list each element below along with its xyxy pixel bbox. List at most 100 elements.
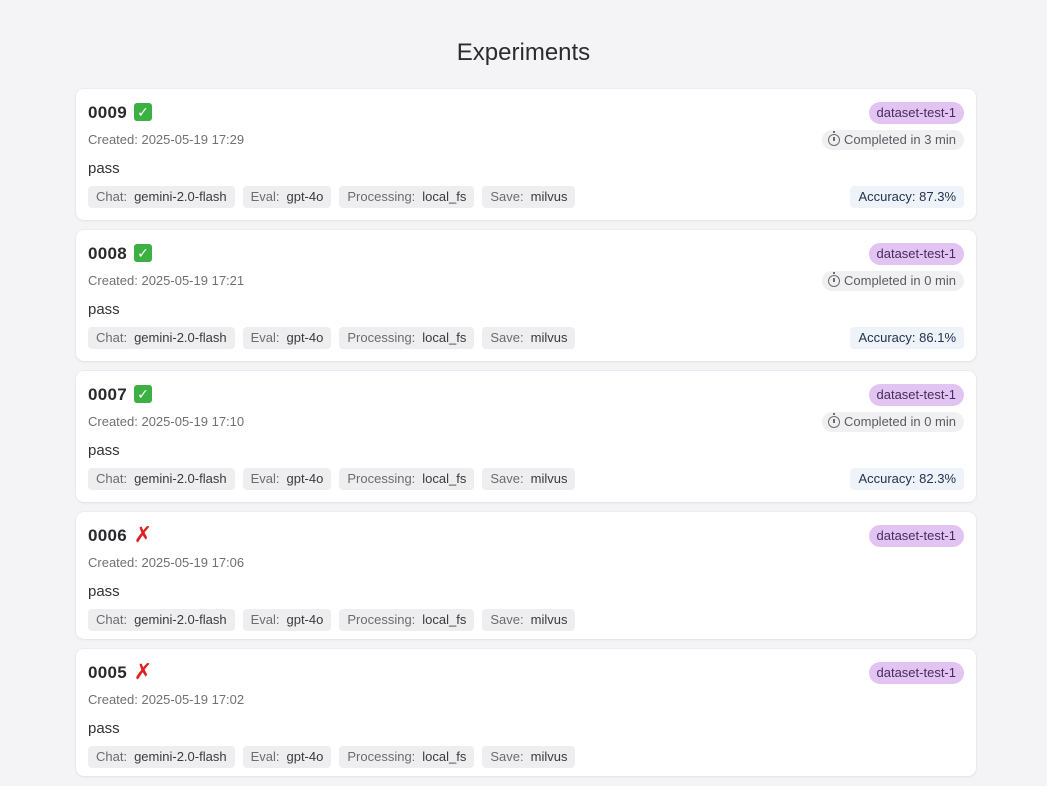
tag-value: gpt-4o (286, 330, 324, 345)
config-tags: Chat: gemini-2.0-flash Eval: gpt-4o Processi… (88, 186, 576, 208)
tag-key: Save: (490, 189, 524, 204)
created-timestamp: Created: 2025-05-19 17:21 (88, 273, 245, 288)
tag-processing: Processing: local_fs (339, 609, 475, 631)
tag-value: gemini-2.0-flash (134, 749, 227, 764)
tag-eval: Eval: gpt-4o (242, 327, 332, 349)
cross-icon: ✗ (133, 522, 153, 547)
experiment-card[interactable]: 0006 ✗ Created: 2025-05-19 17:06 pass Chat: g… (76, 512, 976, 639)
tag-key: Chat: (96, 330, 128, 345)
experiment-id: 0007 (88, 385, 128, 404)
tag-value: gemini-2.0-flash (134, 612, 227, 627)
experiment-id: 0009 (88, 103, 128, 122)
tag-key: Processing: (347, 749, 416, 764)
tag-key: Save: (490, 330, 524, 345)
tag-key: Eval: (250, 330, 280, 345)
duration-text: Completed in 3 min (844, 132, 956, 147)
dataset-badge[interactable]: dataset-test-1 (868, 384, 964, 406)
tag-key: Eval: (250, 189, 280, 204)
timer-icon (828, 272, 840, 287)
tag-value: gemini-2.0-flash (134, 189, 227, 204)
created-timestamp: Created: 2025-05-19 17:29 (88, 132, 245, 147)
tag-value: milvus (530, 749, 568, 764)
timer-icon (828, 131, 840, 146)
tag-value: local_fs (422, 749, 467, 764)
experiment-card[interactable]: 0009 ✓ Created: 2025-05-19 17:29 pass Chat: g… (76, 89, 976, 220)
tag-key: Eval: (250, 749, 280, 764)
check-icon: ✓ (134, 244, 152, 262)
tag-value: gpt-4o (286, 471, 324, 486)
tag-save: Save: milvus (482, 468, 576, 490)
tag-eval: Eval: gpt-4o (242, 609, 332, 631)
tag-value: local_fs (422, 330, 467, 345)
timer-icon (828, 413, 840, 428)
tag-key: Processing: (347, 189, 416, 204)
cross-icon: ✗ (133, 659, 153, 684)
experiment-result: pass (88, 442, 120, 459)
created-timestamp: Created: 2025-05-19 17:10 (88, 414, 245, 429)
config-tags: Chat: gemini-2.0-flash Eval: gpt-4o Processi… (88, 327, 576, 349)
tag-value: gpt-4o (286, 189, 324, 204)
dataset-badge[interactable]: dataset-test-1 (868, 525, 964, 547)
accuracy-badge: Accuracy: 82.3% (850, 468, 964, 490)
experiment-id: 0008 (88, 244, 128, 263)
tag-key: Chat: (96, 612, 128, 627)
dataset-badge[interactable]: dataset-test-1 (868, 243, 964, 265)
experiment-card[interactable]: 0005 ✗ Created: 2025-05-19 17:02 pass Chat: g… (76, 649, 976, 776)
experiment-result: pass (88, 720, 120, 737)
experiment-result: pass (88, 160, 120, 177)
tag-processing: Processing: local_fs (339, 186, 475, 208)
tag-eval: Eval: gpt-4o (242, 186, 332, 208)
tag-processing: Processing: local_fs (339, 468, 475, 490)
tag-chat: Chat: gemini-2.0-flash (88, 746, 235, 768)
dataset-badge[interactable]: dataset-test-1 (868, 102, 964, 124)
tag-value: local_fs (422, 612, 467, 627)
tag-value: local_fs (422, 189, 467, 204)
accuracy-badge: Accuracy: 87.3% (850, 186, 964, 208)
created-timestamp: Created: 2025-05-19 17:06 (88, 555, 245, 570)
tag-processing: Processing: local_fs (339, 327, 475, 349)
tag-chat: Chat: gemini-2.0-flash (88, 609, 235, 631)
experiment-result: pass (88, 583, 120, 600)
tag-key: Processing: (347, 330, 416, 345)
tag-key: Save: (490, 471, 524, 486)
duration-text: Completed in 0 min (844, 273, 956, 288)
experiment-id: 0006 (88, 526, 128, 545)
experiment-card[interactable]: 0008 ✓ Created: 2025-05-19 17:21 pass Chat: g… (76, 230, 976, 361)
experiment-id: 0005 (88, 663, 128, 682)
tag-value: milvus (530, 330, 568, 345)
duration-text: Completed in 0 min (844, 414, 956, 429)
page-title: Experiments (456, 39, 591, 66)
tag-chat: Chat: gemini-2.0-flash (88, 468, 235, 490)
duration-badge: Completed in 3 min (822, 130, 964, 150)
tag-eval: Eval: gpt-4o (242, 468, 332, 490)
check-icon: ✓ (134, 103, 152, 121)
tag-chat: Chat: gemini-2.0-flash (88, 186, 235, 208)
duration-badge: Completed in 0 min (822, 412, 964, 432)
experiment-result: pass (88, 301, 120, 318)
tag-key: Eval: (250, 471, 280, 486)
experiment-card[interactable]: 0007 ✓ Created: 2025-05-19 17:10 pass Chat: g… (76, 371, 976, 502)
tag-save: Save: milvus (482, 609, 576, 631)
tag-key: Processing: (347, 612, 416, 627)
tag-key: Eval: (250, 612, 280, 627)
tag-value: milvus (530, 471, 568, 486)
dataset-badge[interactable]: dataset-test-1 (868, 662, 964, 684)
tag-value: gemini-2.0-flash (134, 330, 227, 345)
duration-badge: Completed in 0 min (822, 271, 964, 291)
tag-key: Save: (490, 749, 524, 764)
tag-value: gpt-4o (286, 612, 324, 627)
created-timestamp: Created: 2025-05-19 17:02 (88, 692, 245, 707)
tag-key: Chat: (96, 749, 128, 764)
tag-value: milvus (530, 189, 568, 204)
tag-save: Save: milvus (482, 327, 576, 349)
config-tags: Chat: gemini-2.0-flash Eval: gpt-4o Processi… (88, 609, 576, 631)
tag-key: Save: (490, 612, 524, 627)
tag-value: milvus (530, 612, 568, 627)
experiment-list: 0009 ✓ Created: 2025-05-19 17:29 pass Chat: g… (76, 89, 976, 786)
config-tags: Chat: gemini-2.0-flash Eval: gpt-4o Processi… (88, 468, 576, 490)
tag-value: local_fs (422, 471, 467, 486)
tag-eval: Eval: gpt-4o (242, 746, 332, 768)
config-tags: Chat: gemini-2.0-flash Eval: gpt-4o Processi… (88, 746, 576, 768)
tag-key: Chat: (96, 189, 128, 204)
tag-value: gemini-2.0-flash (134, 471, 227, 486)
